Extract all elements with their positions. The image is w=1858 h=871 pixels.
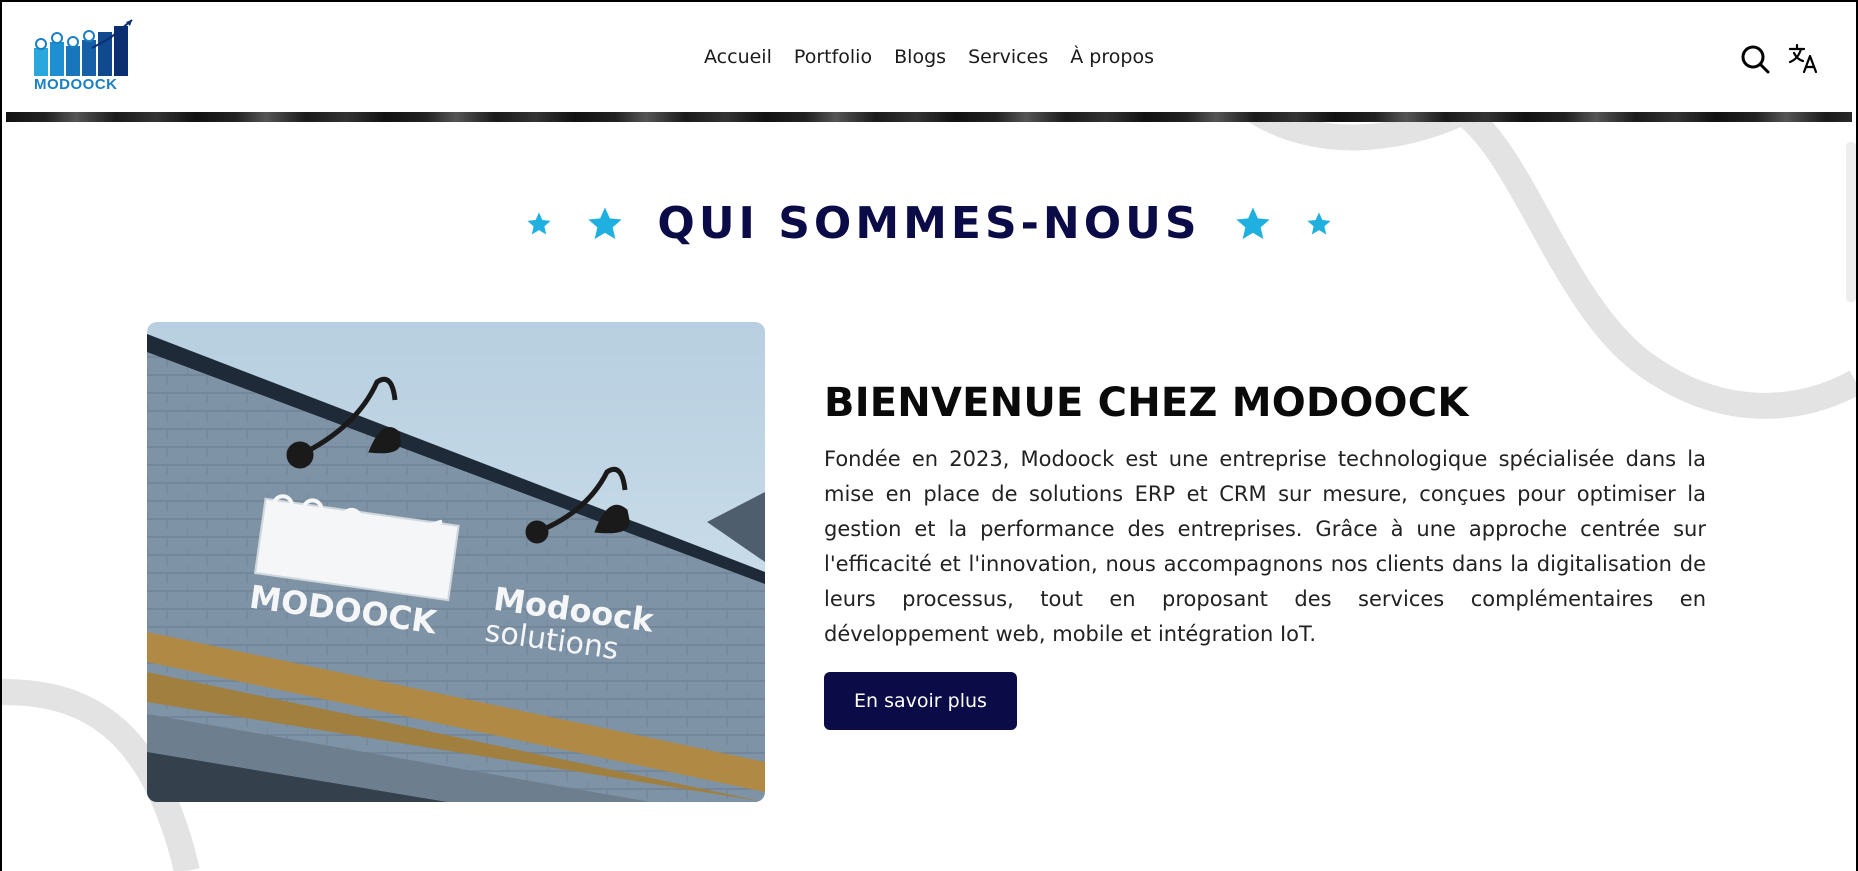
about-paragraph: Fondée en 2023, Modoock est une entrepri… [824,447,1706,646]
nav-item-accueil[interactable]: Accueil [704,46,772,68]
nav-item-services[interactable]: Services [968,46,1048,68]
hero-image-strip [6,112,1852,122]
storefront-illustration: MODOOCK Modoock solutions [147,322,765,802]
star-icon [1305,210,1333,238]
nav-item-a-propos[interactable]: À propos [1070,46,1154,68]
site-header: MODOOCK Accueil Portfolio Blogs Services… [2,2,1856,112]
nav-item-portfolio[interactable]: Portfolio [794,46,872,68]
search-icon[interactable] [1740,44,1770,74]
about-content: BIENVENUE CHEZ MODOOCK Fondée en 2023, M… [824,380,1706,730]
translate-icon[interactable] [1788,42,1820,74]
star-icon [525,210,553,238]
main-nav: Accueil Portfolio Blogs Services À propo… [2,46,1856,68]
page: MODOOCK Accueil Portfolio Blogs Services… [2,2,1856,871]
section-title: QUI SOMMES-NOUS [657,198,1201,249]
logo-text: MODOOCK [34,76,118,93]
learn-more-button[interactable]: En savoir plus [824,672,1017,730]
star-icon [585,204,625,244]
company-building-photo: MODOOCK Modoock solutions [147,322,765,802]
nav-item-blogs[interactable]: Blogs [894,46,946,68]
section-heading: QUI SOMMES-NOUS [2,198,1856,249]
scrollbar[interactable] [1846,142,1856,302]
about-headline: BIENVENUE CHEZ MODOOCK [824,380,1469,426]
star-icon [1233,204,1273,244]
